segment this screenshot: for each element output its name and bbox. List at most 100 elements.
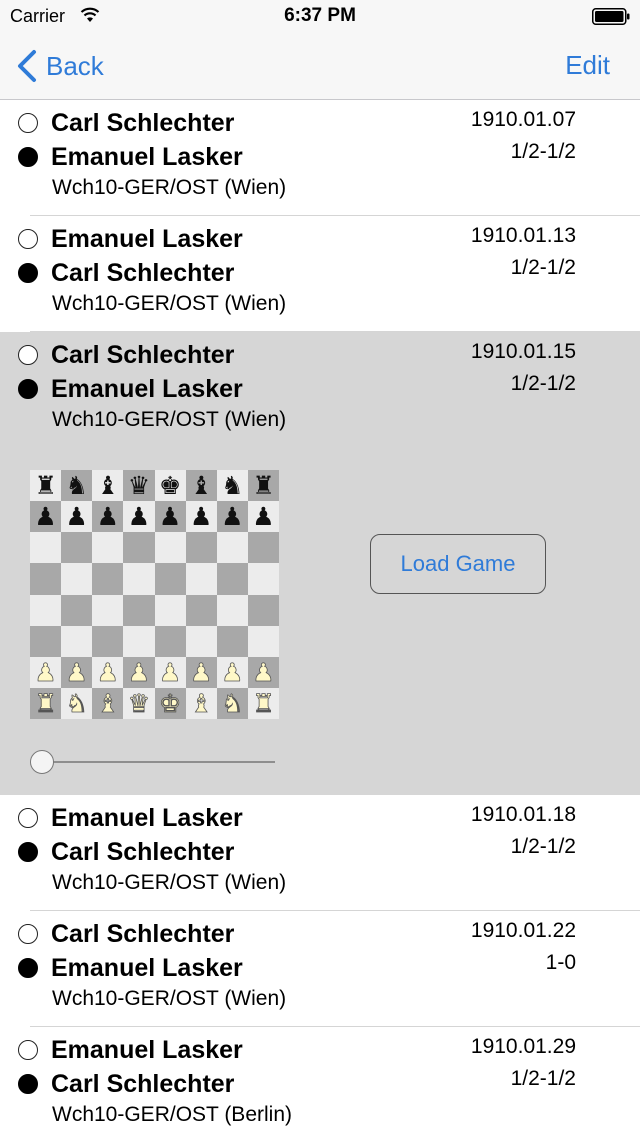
board-square: ♞ [216, 470, 248, 502]
board-square: ♛ [123, 470, 155, 502]
board-square [154, 594, 186, 626]
load-game-button[interactable]: Load Game [370, 534, 546, 594]
white-rook-icon: ♜ [252, 688, 275, 718]
white-player-line: Carl Schlechter [18, 338, 234, 372]
chevron-left-icon [18, 50, 36, 82]
game-row[interactable]: Emanuel Lasker Carl Schlechter Wch10-GER… [0, 216, 640, 332]
white-queen-icon: ♛ [127, 688, 151, 718]
game-date: 1910.01.07 [470, 108, 576, 131]
game-date: 1910.01.18 [470, 803, 576, 826]
game-date: 1910.01.13 [470, 224, 576, 247]
black-player-line: Emanuel Lasker [18, 140, 243, 174]
game-row[interactable]: Emanuel Lasker Carl Schlechter Wch10-GER… [0, 795, 640, 911]
board-square: ♟ [123, 501, 155, 533]
board-square [216, 532, 248, 564]
board-square [92, 532, 124, 564]
board-square [123, 532, 155, 564]
black-piece-icon [18, 842, 38, 862]
black-knight-icon: ♞ [221, 471, 244, 501]
black-rook-icon: ♜ [34, 471, 57, 501]
board-square [185, 563, 217, 595]
white-player-name: Emanuel Lasker [51, 1035, 243, 1064]
board-square: ♜ [30, 687, 62, 719]
board-square: ♟ [61, 656, 93, 688]
board-square [30, 594, 62, 626]
black-pawn-icon: ♟ [189, 502, 213, 532]
game-list: Carl Schlechter Emanuel Lasker Wch10-GER… [0, 100, 640, 1143]
board-square: ♝ [92, 687, 124, 719]
black-piece-icon [18, 958, 38, 978]
white-king-icon: ♚ [158, 688, 182, 718]
game-date: 1910.01.29 [470, 1035, 576, 1058]
board-square [30, 563, 62, 595]
white-player-line: Carl Schlechter [18, 917, 234, 951]
board-square [216, 594, 248, 626]
black-player-line: Carl Schlechter [18, 835, 234, 869]
black-pawn-icon: ♟ [127, 502, 151, 532]
white-pawn-icon: ♟ [252, 657, 275, 687]
white-player-name: Carl Schlechter [51, 108, 235, 137]
board-square: ♜ [30, 470, 62, 502]
black-queen-icon: ♛ [127, 471, 151, 501]
white-player-name: Carl Schlechter [51, 919, 235, 948]
white-pawn-icon: ♟ [158, 657, 182, 687]
board-square [154, 563, 186, 595]
board-square [247, 625, 279, 657]
board-square: ♟ [216, 656, 248, 688]
move-slider-thumb[interactable] [30, 750, 54, 774]
black-pawn-icon: ♟ [252, 502, 275, 532]
board-square: ♝ [92, 470, 124, 502]
board-square [61, 563, 93, 595]
board-square: ♟ [247, 501, 279, 533]
game-date: 1910.01.15 [470, 340, 576, 363]
black-player-line: Emanuel Lasker [18, 951, 243, 985]
black-player-name: Carl Schlechter [51, 258, 235, 287]
back-button[interactable]: Back [16, 48, 104, 84]
black-player-line: Carl Schlechter [18, 256, 234, 290]
battery-icon [592, 8, 630, 25]
black-player-line: Carl Schlechter [18, 1067, 234, 1101]
game-row[interactable]: Carl Schlechter Emanuel Lasker Wch10-GER… [0, 911, 640, 1027]
board-square [185, 594, 217, 626]
game-result: 1/2-1/2 [510, 372, 576, 395]
game-result: 1/2-1/2 [510, 1067, 576, 1090]
black-pawn-icon: ♟ [158, 502, 182, 532]
board-square: ♟ [216, 501, 248, 533]
navigation-bar: Back Edit [0, 34, 640, 100]
white-player-line: Emanuel Lasker [18, 1033, 243, 1067]
event-label: Wch10-GER/OST (Wien) [52, 871, 287, 894]
edit-button[interactable]: Edit [565, 50, 610, 81]
game-date: 1910.01.22 [470, 919, 576, 942]
board-square [92, 594, 124, 626]
event-label: Wch10-GER/OST (Wien) [52, 987, 287, 1010]
white-pawn-icon: ♟ [189, 657, 213, 687]
game-result: 1/2-1/2 [510, 140, 576, 163]
black-piece-icon [18, 263, 38, 283]
white-piece-icon [18, 808, 38, 828]
status-bar: Carrier 6:37 PM [0, 0, 640, 34]
board-square [30, 625, 62, 657]
white-player-line: Emanuel Lasker [18, 222, 243, 256]
black-player-name: Emanuel Lasker [51, 142, 243, 171]
white-knight-icon: ♞ [221, 688, 244, 718]
black-pawn-icon: ♟ [221, 502, 244, 532]
board-square [154, 532, 186, 564]
white-piece-icon [18, 345, 38, 365]
board-square: ♛ [123, 687, 155, 719]
board-square: ♚ [154, 470, 186, 502]
black-rook-icon: ♜ [252, 471, 275, 501]
board-square: ♟ [185, 656, 217, 688]
game-row[interactable]: Carl Schlechter Emanuel Lasker Wch10-GER… [0, 100, 640, 216]
black-player-name: Carl Schlechter [51, 1069, 235, 1098]
game-result: 1-0 [545, 951, 576, 974]
board-square [92, 563, 124, 595]
game-row[interactable]: Emanuel Lasker Carl Schlechter Wch10-GER… [0, 1027, 640, 1143]
white-piece-icon [18, 924, 38, 944]
board-square: ♝ [185, 687, 217, 719]
board-square: ♝ [185, 470, 217, 502]
board-square: ♜ [247, 470, 279, 502]
game-row-expanded[interactable]: Carl Schlechter Emanuel Lasker Wch10-GER… [0, 332, 640, 795]
move-slider-track[interactable] [44, 761, 275, 763]
white-player-name: Emanuel Lasker [51, 803, 243, 832]
board-square: ♟ [30, 501, 62, 533]
